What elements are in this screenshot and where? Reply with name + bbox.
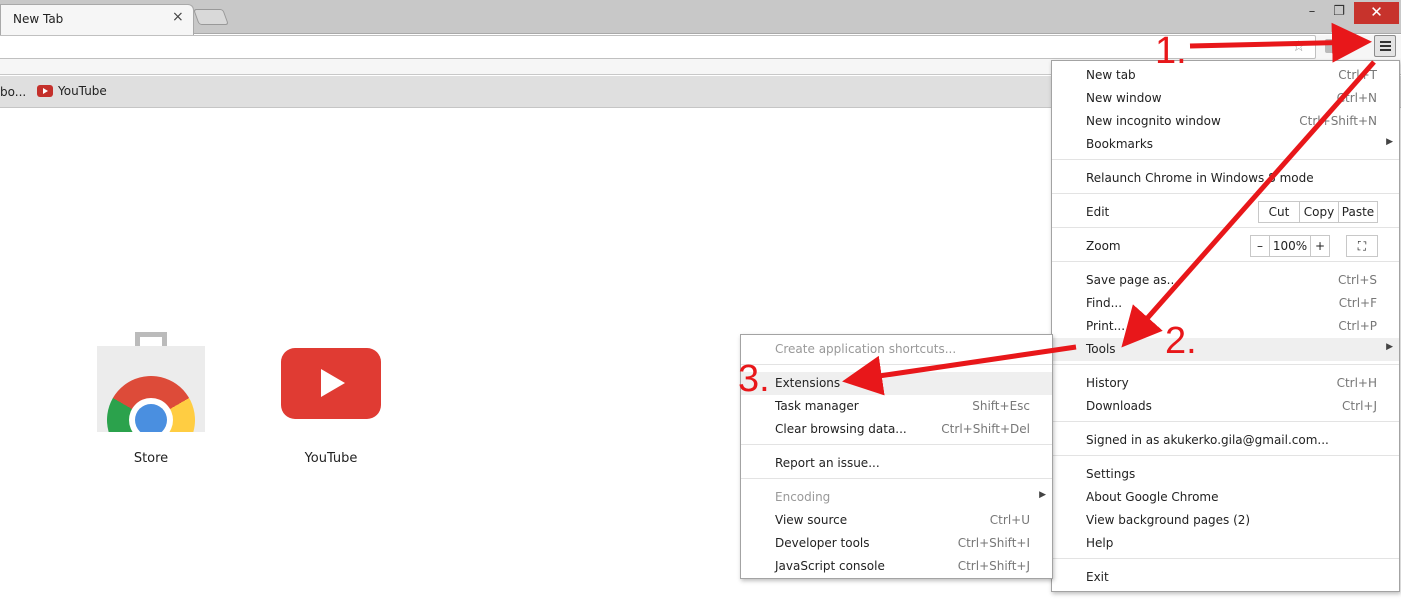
annotation-step-1: 1. bbox=[1155, 30, 1187, 72]
arrow-step-3 bbox=[842, 344, 1077, 396]
arrow-step-2 bbox=[1121, 60, 1376, 348]
annotation-step-2: 2. bbox=[1165, 320, 1197, 362]
arrow-step-1 bbox=[1189, 22, 1372, 63]
annotation-step-3: 3. bbox=[738, 358, 770, 400]
annotation-arrows bbox=[842, 22, 1376, 396]
